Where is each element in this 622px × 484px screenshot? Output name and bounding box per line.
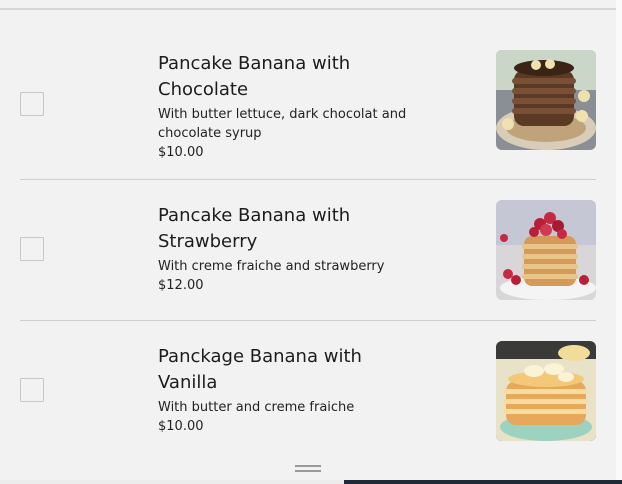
menu-panel: Pancake Banana with Chocolate With butte… (0, 0, 616, 484)
menu-item[interactable]: Pancake Banana with Strawberry With crem… (20, 200, 596, 300)
menu-item[interactable]: Panckage Banana with Vanilla With butter… (20, 341, 596, 441)
taskbar-edge (344, 480, 622, 484)
item-name: Pancake Banana with Chocolate (158, 53, 351, 100)
select-checkbox[interactable] (20, 378, 44, 402)
item-price: $12.00 (158, 278, 204, 293)
item-description: With butter and creme fraiche (158, 400, 355, 415)
pancake-chocolate-photo (496, 50, 596, 150)
resize-handle-icon[interactable] (295, 465, 321, 473)
pancake-strawberry-photo (496, 200, 596, 300)
select-checkbox[interactable] (20, 237, 44, 261)
item-name: Panckage Banana with Vanilla (158, 346, 362, 393)
item-text: Pancake Banana with Chocolate With butte… (158, 51, 418, 162)
item-divider (20, 320, 596, 321)
item-price: $10.00 (158, 419, 204, 434)
item-price: $10.00 (158, 145, 204, 160)
item-description: With creme fraiche and strawberry (158, 259, 385, 274)
panel-edge (616, 0, 622, 484)
select-checkbox[interactable] (20, 92, 44, 116)
item-divider (20, 179, 596, 180)
menu-item[interactable]: Pancake Banana with Chocolate With butte… (20, 50, 596, 160)
item-text: Pancake Banana with Strawberry With crem… (158, 203, 418, 295)
item-text: Panckage Banana with Vanilla With butter… (158, 344, 418, 436)
pancake-vanilla-photo (496, 341, 596, 441)
top-divider (0, 8, 616, 10)
item-name: Pancake Banana with Strawberry (158, 205, 351, 252)
item-description: With butter lettuce, dark chocolat and c… (158, 107, 407, 141)
